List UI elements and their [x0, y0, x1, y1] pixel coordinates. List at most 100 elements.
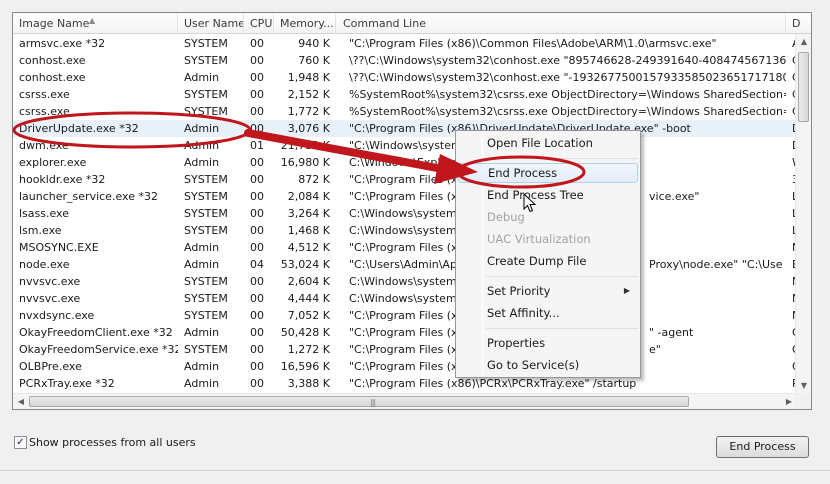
image-name-cell: dwm.exe [19, 139, 69, 152]
scroll-down-arrow-icon[interactable]: ▼ [796, 378, 811, 394]
process-list[interactable]: Image Name ▲ User Name CPU Memory... Comm… [12, 12, 812, 410]
mouse-pointer-icon [523, 193, 537, 213]
menu-item-end-process[interactable]: End Process [458, 163, 638, 183]
menu-separator [486, 158, 638, 159]
horizontal-scroll-thumb[interactable]: ||| [29, 396, 689, 407]
menu-item-open-file-location[interactable]: Open File Location [458, 133, 638, 153]
column-header-memory[interactable]: Memory... [274, 13, 336, 34]
user-name-cell: SYSTEM [184, 207, 228, 220]
table-row[interactable]: conhost.exe SYSTEM 00 760 K \??\C:\Windows\s… [13, 52, 800, 69]
show-all-checkbox[interactable]: ✓ [14, 436, 27, 449]
table-row[interactable]: hookldr.exe *32 SYSTEM 00 872 K "C:\Program … [13, 171, 799, 188]
table-row[interactable]: nvvsvc.exe SYSTEM 00 2,604 K C:\Windows\syst… [13, 273, 800, 290]
user-name-cell: Admin [184, 258, 220, 271]
scroll-up-arrow-icon[interactable]: ▲ [796, 34, 811, 50]
memory-cell: 50,428 K [280, 326, 330, 339]
vertical-scrollbar[interactable]: ▲ ▼ [795, 34, 811, 409]
show-all-label: Show processes from all users [29, 436, 196, 449]
column-header-user-name[interactable]: User Name [178, 13, 244, 34]
table-row[interactable]: csrss.exe SYSTEM 00 2,152 K %SystemRoot%\sys… [13, 86, 800, 103]
cpu-cell: 00 [250, 207, 264, 220]
memory-cell: 760 K [298, 54, 330, 67]
menu-item-go-to-service-s[interactable]: Go to Service(s) [458, 355, 638, 375]
menu-item-debug: Debug [458, 207, 638, 227]
image-name-cell: csrss.exe [19, 105, 70, 118]
user-name-cell: SYSTEM [184, 88, 228, 101]
table-row[interactable]: lsm.exe SYSTEM 00 1,468 K C:\Windows\system3… [13, 222, 800, 239]
user-name-cell: SYSTEM [184, 275, 228, 288]
menu-item-properties[interactable]: Properties [458, 333, 638, 353]
memory-cell: 872 K [298, 173, 330, 186]
memory-cell: 940 K [298, 37, 330, 50]
table-row[interactable]: nvxdsync.exe SYSTEM 00 7,052 K "C:\Program F… [13, 307, 800, 324]
menu-item-set-affinity[interactable]: Set Affinity... [458, 303, 638, 323]
task-manager-processes-tab: Image Name ▲ User Name CPU Memory... Comm… [0, 0, 830, 484]
scroll-left-arrow-icon[interactable]: ◀ [13, 394, 29, 409]
user-name-cell: Admin [184, 156, 220, 169]
table-row[interactable]: armsvc.exe *32 SYSTEM 00 940 K "C:\Program F… [13, 35, 800, 52]
column-header-description[interactable]: D [786, 13, 811, 34]
user-name-cell: SYSTEM [184, 343, 228, 356]
command-line-cell: \??\C:\Windows\system32\conhost.exe "-19… [349, 71, 786, 84]
cpu-cell: 00 [250, 343, 264, 356]
memory-cell: 3,076 K [287, 122, 330, 135]
table-row[interactable]: csrss.exe SYSTEM 00 1,772 K %SystemRoot%\sys… [13, 103, 800, 120]
memory-cell: 4,512 K [287, 241, 330, 254]
table-row[interactable]: lsass.exe SYSTEM 00 3,264 K C:\Windows\syste… [13, 205, 800, 222]
column-header-command-line[interactable]: Command Line [336, 13, 786, 34]
table-row[interactable]: MSOSYNC.EXE Admin 00 4,512 K "C:\Program Fil… [13, 239, 800, 256]
memory-cell: 1,468 K [287, 224, 330, 237]
image-name-cell: conhost.exe [19, 71, 86, 84]
vertical-scroll-thumb[interactable] [798, 52, 809, 122]
cpu-cell: 00 [250, 360, 264, 373]
end-process-button[interactable]: End Process [716, 436, 809, 458]
image-name-cell: nvxdsync.exe [19, 309, 95, 322]
menu-item-create-dump-file[interactable]: Create Dump File [458, 251, 638, 271]
cpu-cell: 04 [250, 258, 264, 271]
cpu-cell: 00 [250, 224, 264, 237]
cpu-cell: 00 [250, 190, 264, 203]
command-line-tail: Proxy\node.exe" "C:\Use... [649, 258, 783, 271]
menu-item-label: End Process [488, 166, 558, 180]
table-row[interactable]: explorer.exe Admin 00 16,980 K C:\Windows\Ex… [13, 154, 800, 171]
table-row[interactable]: dwm.exe Admin 01 21,732 K "C:\Windows\system… [13, 137, 800, 154]
user-name-cell: SYSTEM [184, 292, 228, 305]
chevron-right-icon: ▶ [623, 286, 630, 295]
user-name-cell: Admin [184, 360, 220, 373]
memory-cell: 7,052 K [287, 309, 330, 322]
table-row[interactable]: conhost.exe Admin 00 1,948 K \??\C:\Windows\… [13, 69, 800, 86]
menu-item-label: Go to Service(s) [487, 358, 580, 372]
menu-item-label: Open File Location [487, 136, 593, 150]
cpu-cell: 00 [250, 88, 264, 101]
user-name-cell: Admin [184, 241, 220, 254]
horizontal-scrollbar[interactable]: ◀ ||| ▶ [13, 393, 797, 409]
image-name-cell: hookldr.exe *32 [19, 173, 106, 186]
menu-item-set-priority[interactable]: Set Priority ▶ [458, 281, 638, 301]
cpu-cell: 00 [250, 71, 264, 84]
memory-cell: 1,948 K [287, 71, 330, 84]
table-row[interactable]: PCRxTray.exe *32 Admin 00 3,388 K "C:\Progra… [13, 375, 799, 392]
table-row[interactable]: DriverUpdate.exe *32 Admin 00 3,076 K "C:\Pr… [13, 120, 800, 137]
user-name-cell: SYSTEM [184, 224, 228, 237]
image-name-cell: nvvsvc.exe [19, 275, 81, 288]
menu-item-label: Properties [487, 336, 546, 350]
menu-item-label: Set Affinity... [487, 306, 560, 320]
table-row[interactable]: nvvsvc.exe SYSTEM 00 4,444 K C:\Windows\syst… [13, 290, 800, 307]
user-name-cell: SYSTEM [184, 54, 228, 67]
menu-item-end-process-tree[interactable]: End Process Tree [458, 185, 638, 205]
image-name-cell: launcher_service.exe *32 [19, 190, 158, 203]
column-header-cpu[interactable]: CPU [244, 13, 274, 34]
memory-cell: 2,084 K [287, 190, 330, 203]
cpu-cell: 00 [250, 122, 264, 135]
image-name-cell: node.exe [19, 258, 70, 271]
image-name-cell: lsm.exe [19, 224, 62, 237]
memory-cell: 2,604 K [287, 275, 330, 288]
image-name-cell: nvvsvc.exe [19, 292, 81, 305]
memory-cell: 2,152 K [287, 88, 330, 101]
table-row[interactable]: OLBPre.exe Admin 00 16,596 K "C:\Program Fil… [13, 358, 800, 375]
image-name-cell: MSOSYNC.EXE [19, 241, 99, 254]
cpu-cell: 00 [250, 309, 264, 322]
column-header-image-name[interactable]: Image Name ▲ [13, 13, 178, 34]
menu-item-uac-virtualization: UAC Virtualization [458, 229, 638, 249]
cpu-cell: 00 [250, 37, 264, 50]
